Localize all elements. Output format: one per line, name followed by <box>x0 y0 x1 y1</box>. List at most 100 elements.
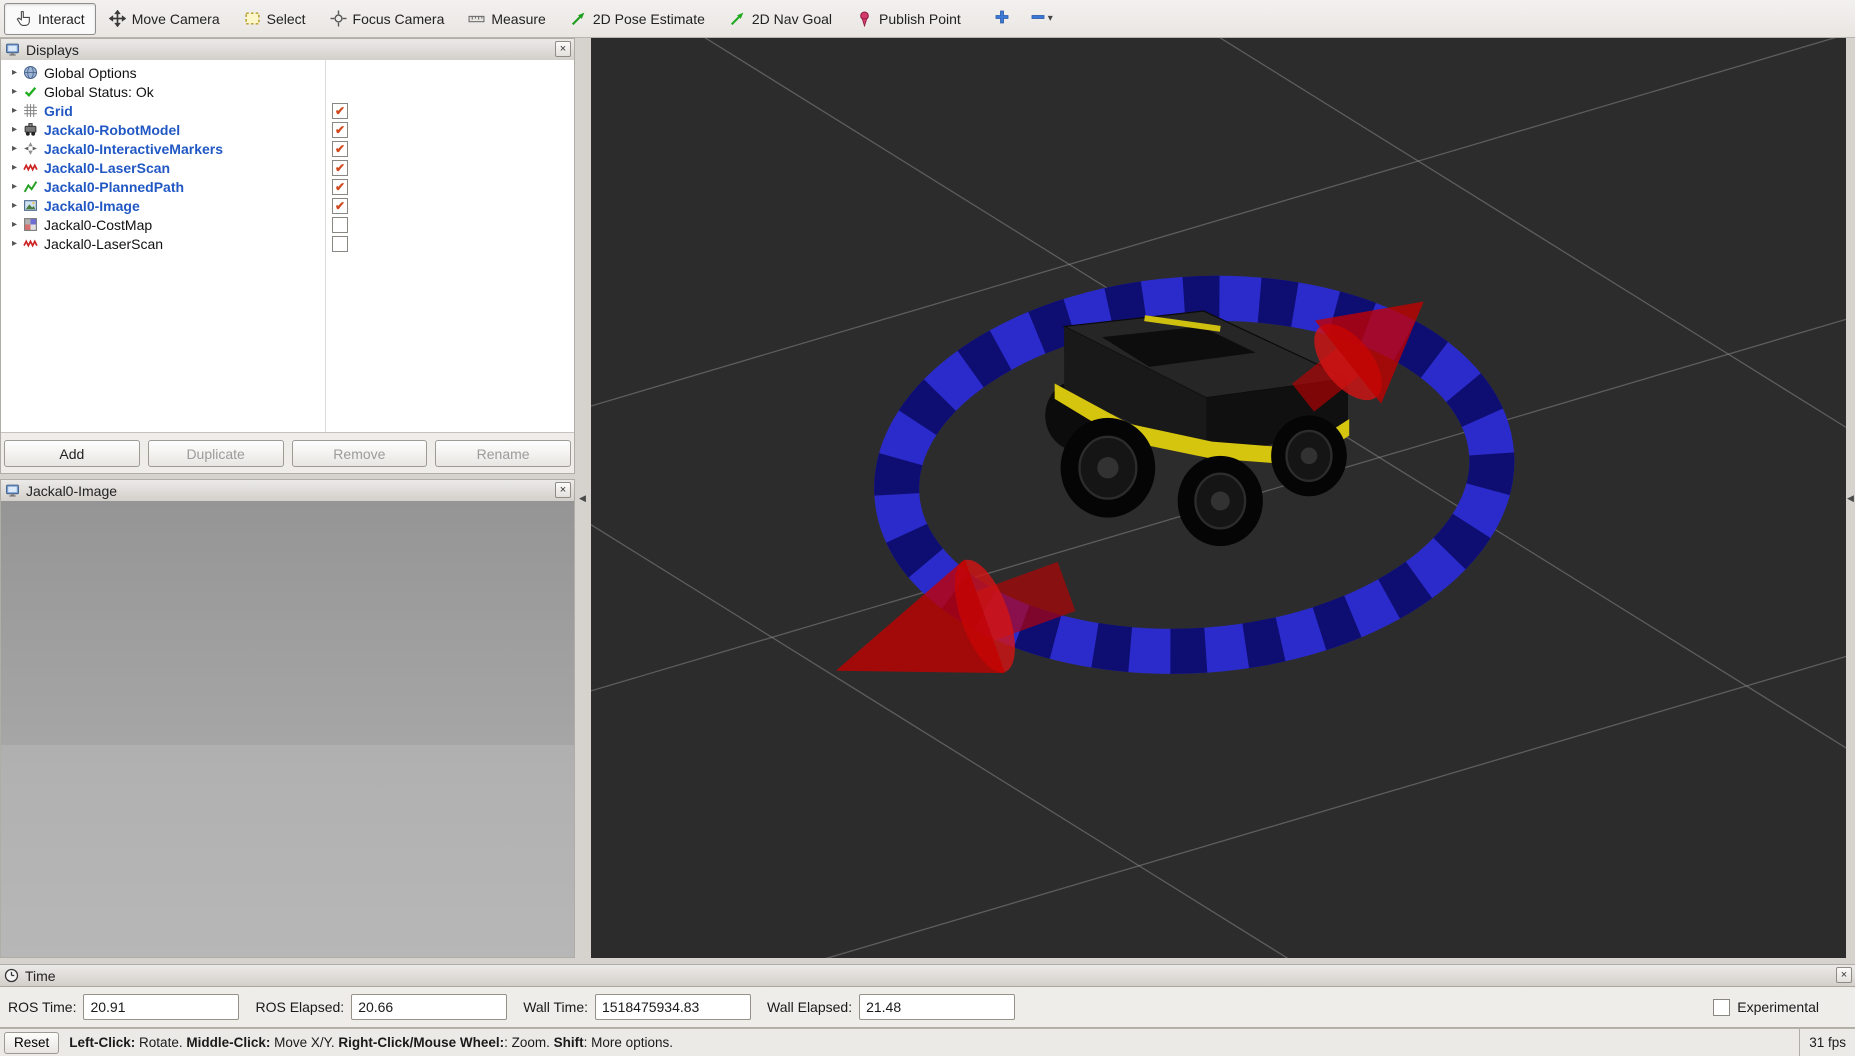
time-field-value[interactable]: 20.66 <box>351 994 507 1020</box>
display-item-label: Jackal0-PlannedPath <box>44 179 184 195</box>
display-enable-checkbox[interactable]: ✔ <box>332 198 348 214</box>
time-close-button[interactable]: × <box>1836 967 1852 983</box>
expander-icon[interactable]: ▸ <box>7 219 22 230</box>
experimental-option: Experimental <box>1713 999 1819 1016</box>
time-values: ROS Time:20.91ROS Elapsed:20.66Wall Time… <box>8 994 1031 1020</box>
remove-button[interactable]: Remove <box>292 440 428 467</box>
expander-icon[interactable]: ▸ <box>7 181 22 192</box>
display-item-jackal0-laserscan[interactable]: ▸ Jackal0-LaserScan <box>1 234 574 253</box>
tool-label: Publish Point <box>879 11 961 27</box>
time-panel-header[interactable]: Time × <box>0 965 1855 987</box>
display-enable-checkbox[interactable]: ✔ <box>332 122 348 138</box>
image-close-button[interactable]: × <box>555 482 571 498</box>
add-button[interactable]: Add <box>4 440 140 467</box>
image-panel-header[interactable]: Jackal0-Image × <box>1 480 574 502</box>
display-item-label: Jackal0-LaserScan <box>44 160 170 176</box>
rename-button[interactable]: Rename <box>435 440 571 467</box>
nav-arrow-icon <box>729 10 746 27</box>
pose-arrow-large[interactable] <box>836 552 1067 680</box>
display-item-label: Jackal0-InteractiveMarkers <box>44 141 223 157</box>
display-item-label: Jackal0-RobotModel <box>44 122 180 138</box>
time-field-label: ROS Time: <box>8 999 76 1015</box>
costmap-icon <box>22 217 39 232</box>
status-help-segment: : More options. <box>584 1035 673 1050</box>
display-enable-checkbox[interactable]: ✔ <box>332 141 348 157</box>
reset-button[interactable]: Reset <box>4 1032 59 1054</box>
display-item-label: Jackal0-LaserScan <box>44 236 163 252</box>
displays-close-button[interactable]: × <box>555 41 571 57</box>
tool-interact[interactable]: Interact <box>4 3 96 35</box>
displays-panel-header[interactable]: Displays × <box>1 39 574 61</box>
toolbar-tools: Interact Move Camera SelectFocus CameraMea… <box>4 3 972 35</box>
time-fields-row: ROS Time:20.91ROS Elapsed:20.66Wall Time… <box>0 987 1855 1020</box>
laser-icon <box>22 236 39 251</box>
display-item-global-options[interactable]: ▸ Global Options <box>1 63 574 82</box>
image-panel-icon <box>5 483 20 498</box>
expander-icon[interactable]: ▸ <box>7 200 22 211</box>
chevron-down-icon[interactable]: ▾ <box>1048 13 1053 24</box>
expander-icon[interactable]: ▸ <box>7 86 22 97</box>
measure-icon <box>468 10 485 27</box>
focus-camera-icon <box>330 10 347 27</box>
status-help-segment: Shift <box>554 1035 584 1050</box>
remove-tool-button[interactable]: ▾ <box>1022 5 1061 33</box>
panel-collapse-left-icon[interactable]: ◀ <box>579 494 586 503</box>
globe-icon <box>22 65 39 80</box>
toolbar-tool-manager: ▾ <box>986 5 1061 33</box>
displays-buttons-row: Add Duplicate Remove Rename <box>4 440 571 468</box>
expander-icon[interactable]: ▸ <box>7 238 22 249</box>
displays-panel-title: Displays <box>26 42 79 58</box>
display-enable-checkbox[interactable]: ✔ <box>332 103 348 119</box>
3d-scene[interactable] <box>591 38 1846 958</box>
expander-icon[interactable]: ▸ <box>7 67 22 78</box>
pin-icon <box>856 10 873 27</box>
add-tool-button[interactable] <box>986 5 1018 33</box>
expander-icon[interactable]: ▸ <box>7 105 22 116</box>
status-help-segment: Rotate. <box>135 1035 186 1050</box>
tool-2d-pose-estimate[interactable]: 2D Pose Estimate <box>559 3 716 35</box>
display-item-jackal0-costmap[interactable]: ▸Jackal0-CostMap <box>1 215 574 234</box>
display-item-jackal0-image[interactable]: ▸Jackal0-Image✔ <box>1 196 574 215</box>
tool-move-camera[interactable]: Move Camera <box>98 3 231 35</box>
display-item-jackal0-laserscan[interactable]: ▸ Jackal0-LaserScan ✔ <box>1 158 574 177</box>
expander-icon[interactable]: ▸ <box>7 162 22 173</box>
render-viewport[interactable] <box>591 38 1846 958</box>
displays-tree: ▸Global Options▸Global Status: Ok▸Grid✔▸… <box>1 60 574 433</box>
display-item-jackal0-interactivemarkers[interactable]: ▸ Jackal0-InteractiveMarkers ✔ <box>1 139 574 158</box>
display-item-grid[interactable]: ▸Grid✔ <box>1 101 574 120</box>
robot-icon <box>22 122 39 137</box>
display-enable-checkbox[interactable]: ✔ <box>332 179 348 195</box>
display-item-jackal0-robotmodel[interactable]: ▸ Jackal0-RobotModel ✔ <box>1 120 574 139</box>
time-field-value[interactable]: 20.91 <box>83 994 239 1020</box>
status-help-segment: Move X/Y. <box>270 1035 338 1050</box>
experimental-checkbox[interactable] <box>1713 999 1730 1016</box>
camera-image-lower <box>1 745 574 957</box>
expander-icon[interactable]: ▸ <box>7 143 22 154</box>
display-enable-checkbox[interactable] <box>332 217 348 233</box>
display-enable-checkbox[interactable] <box>332 236 348 252</box>
display-item-label: Global Status: Ok <box>44 84 154 100</box>
display-item-jackal0-plannedpath[interactable]: ▸ Jackal0-PlannedPath ✔ <box>1 177 574 196</box>
duplicate-button[interactable]: Duplicate <box>148 440 284 467</box>
tool-publish-point[interactable]: Publish Point <box>845 3 972 35</box>
time-field-label: Wall Time: <box>523 999 588 1015</box>
time-field-value[interactable]: 1518475934.83 <box>595 994 751 1020</box>
laser-icon <box>22 160 39 175</box>
tool-select[interactable]: Select <box>233 3 317 35</box>
tool-measure[interactable]: Measure <box>457 3 556 35</box>
fps-counter: 31 fps <box>1799 1029 1855 1056</box>
status-help-segment: Right-Click/Mouse Wheel: <box>338 1035 504 1050</box>
display-item-global-status-ok[interactable]: ▸ Global Status: Ok <box>1 82 574 101</box>
display-item-label: Global Options <box>44 65 137 81</box>
tool-label: Move Camera <box>132 11 220 27</box>
status-help: Left-Click: Rotate. Middle-Click: Move X… <box>69 1035 673 1050</box>
tool-focus-camera[interactable]: Focus Camera <box>319 3 456 35</box>
tool-2d-nav-goal[interactable]: 2D Nav Goal <box>718 3 843 35</box>
expander-icon[interactable]: ▸ <box>7 124 22 135</box>
hand-icon <box>15 10 32 27</box>
display-enable-checkbox[interactable]: ✔ <box>332 160 348 176</box>
status-help-segment: Middle-Click: <box>186 1035 270 1050</box>
time-field-value[interactable]: 21.48 <box>859 994 1015 1020</box>
panel-collapse-right-icon[interactable]: ◀ <box>1847 494 1854 503</box>
jackal-robot-model <box>1045 311 1349 546</box>
